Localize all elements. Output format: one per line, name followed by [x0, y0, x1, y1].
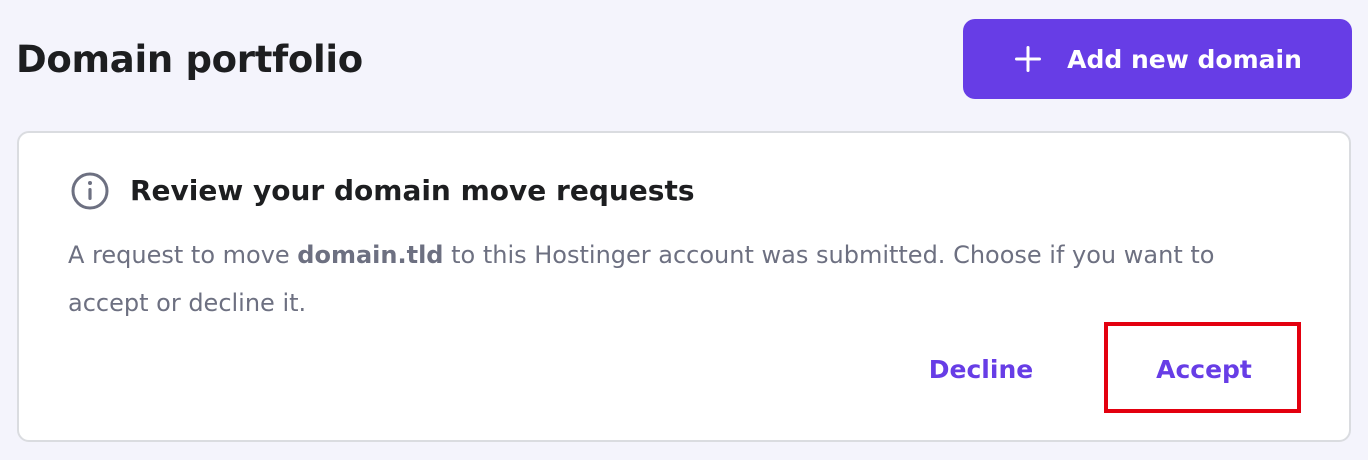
accept-button[interactable]: Accept: [1119, 347, 1289, 391]
description-prefix: A request to move: [68, 241, 298, 269]
card-description: A request to move domain.tld to this Hos…: [68, 231, 1288, 327]
page-title: Domain portfolio: [16, 38, 363, 81]
decline-button[interactable]: Decline: [916, 347, 1046, 391]
domain-move-request-card: Review your domain move requests A reque…: [17, 131, 1351, 442]
card-title: Review your domain move requests: [130, 174, 695, 207]
add-new-domain-button[interactable]: Add new domain: [963, 19, 1352, 99]
card-header: Review your domain move requests: [70, 171, 695, 211]
info-circle-icon: [71, 172, 109, 210]
plus-icon: [1015, 46, 1042, 72]
add-new-domain-label: Add new domain: [1067, 44, 1302, 74]
domain-name: domain.tld: [297, 241, 444, 269]
